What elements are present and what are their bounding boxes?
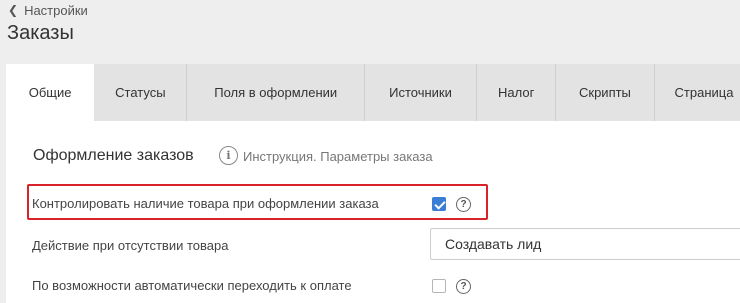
question-circle-icon[interactable]: ?: [456, 279, 471, 294]
tab-statuses[interactable]: Статусы: [94, 64, 188, 121]
tab-label: Источники: [389, 85, 452, 100]
settings-panel: Оформление заказов i Инструкция. Парамет…: [6, 121, 740, 303]
question-circle-icon[interactable]: ?: [456, 197, 471, 212]
tab-label: Поля в оформлении: [214, 85, 338, 100]
tab-bar: Общие Статусы Поля в оформлении Источник…: [6, 64, 740, 121]
back-link[interactable]: ❮ Настройки: [8, 2, 88, 18]
tab-general[interactable]: Общие: [6, 64, 95, 121]
control-stock-label: Контролировать наличие товара при оформл…: [32, 196, 379, 211]
tab-label: Налог: [498, 85, 535, 100]
tab-page[interactable]: Страница: [654, 64, 740, 121]
tab-label: Общие: [28, 85, 72, 100]
tab-label: Страница: [674, 85, 734, 100]
tab-label: Статусы: [115, 85, 166, 100]
auto-payment-label: По возможности автоматически переходить …: [32, 278, 352, 293]
control-stock-checkbox[interactable]: [432, 197, 446, 211]
tab-checkout-fields[interactable]: Поля в оформлении: [187, 64, 365, 121]
instruction-link[interactable]: Инструкция. Параметры заказа: [243, 149, 433, 164]
tab-label: Скрипты: [579, 85, 631, 100]
out-of-stock-action-select[interactable]: Создавать лид: [430, 228, 740, 260]
tab-sources[interactable]: Источники: [364, 64, 478, 121]
chevron-left-icon: ❮: [8, 3, 19, 17]
auto-payment-checkbox[interactable]: [432, 279, 446, 293]
out-of-stock-action-label: Действие при отсутствии товара: [32, 238, 229, 253]
info-icon: i: [219, 146, 238, 165]
page-title: Заказы: [7, 22, 74, 44]
tab-tax[interactable]: Налог: [477, 64, 557, 121]
section-title: Оформление заказов: [33, 147, 194, 164]
select-value: Создавать лид: [445, 236, 542, 252]
back-link-label: Настройки: [24, 2, 88, 18]
tab-scripts[interactable]: Скрипты: [556, 64, 655, 121]
